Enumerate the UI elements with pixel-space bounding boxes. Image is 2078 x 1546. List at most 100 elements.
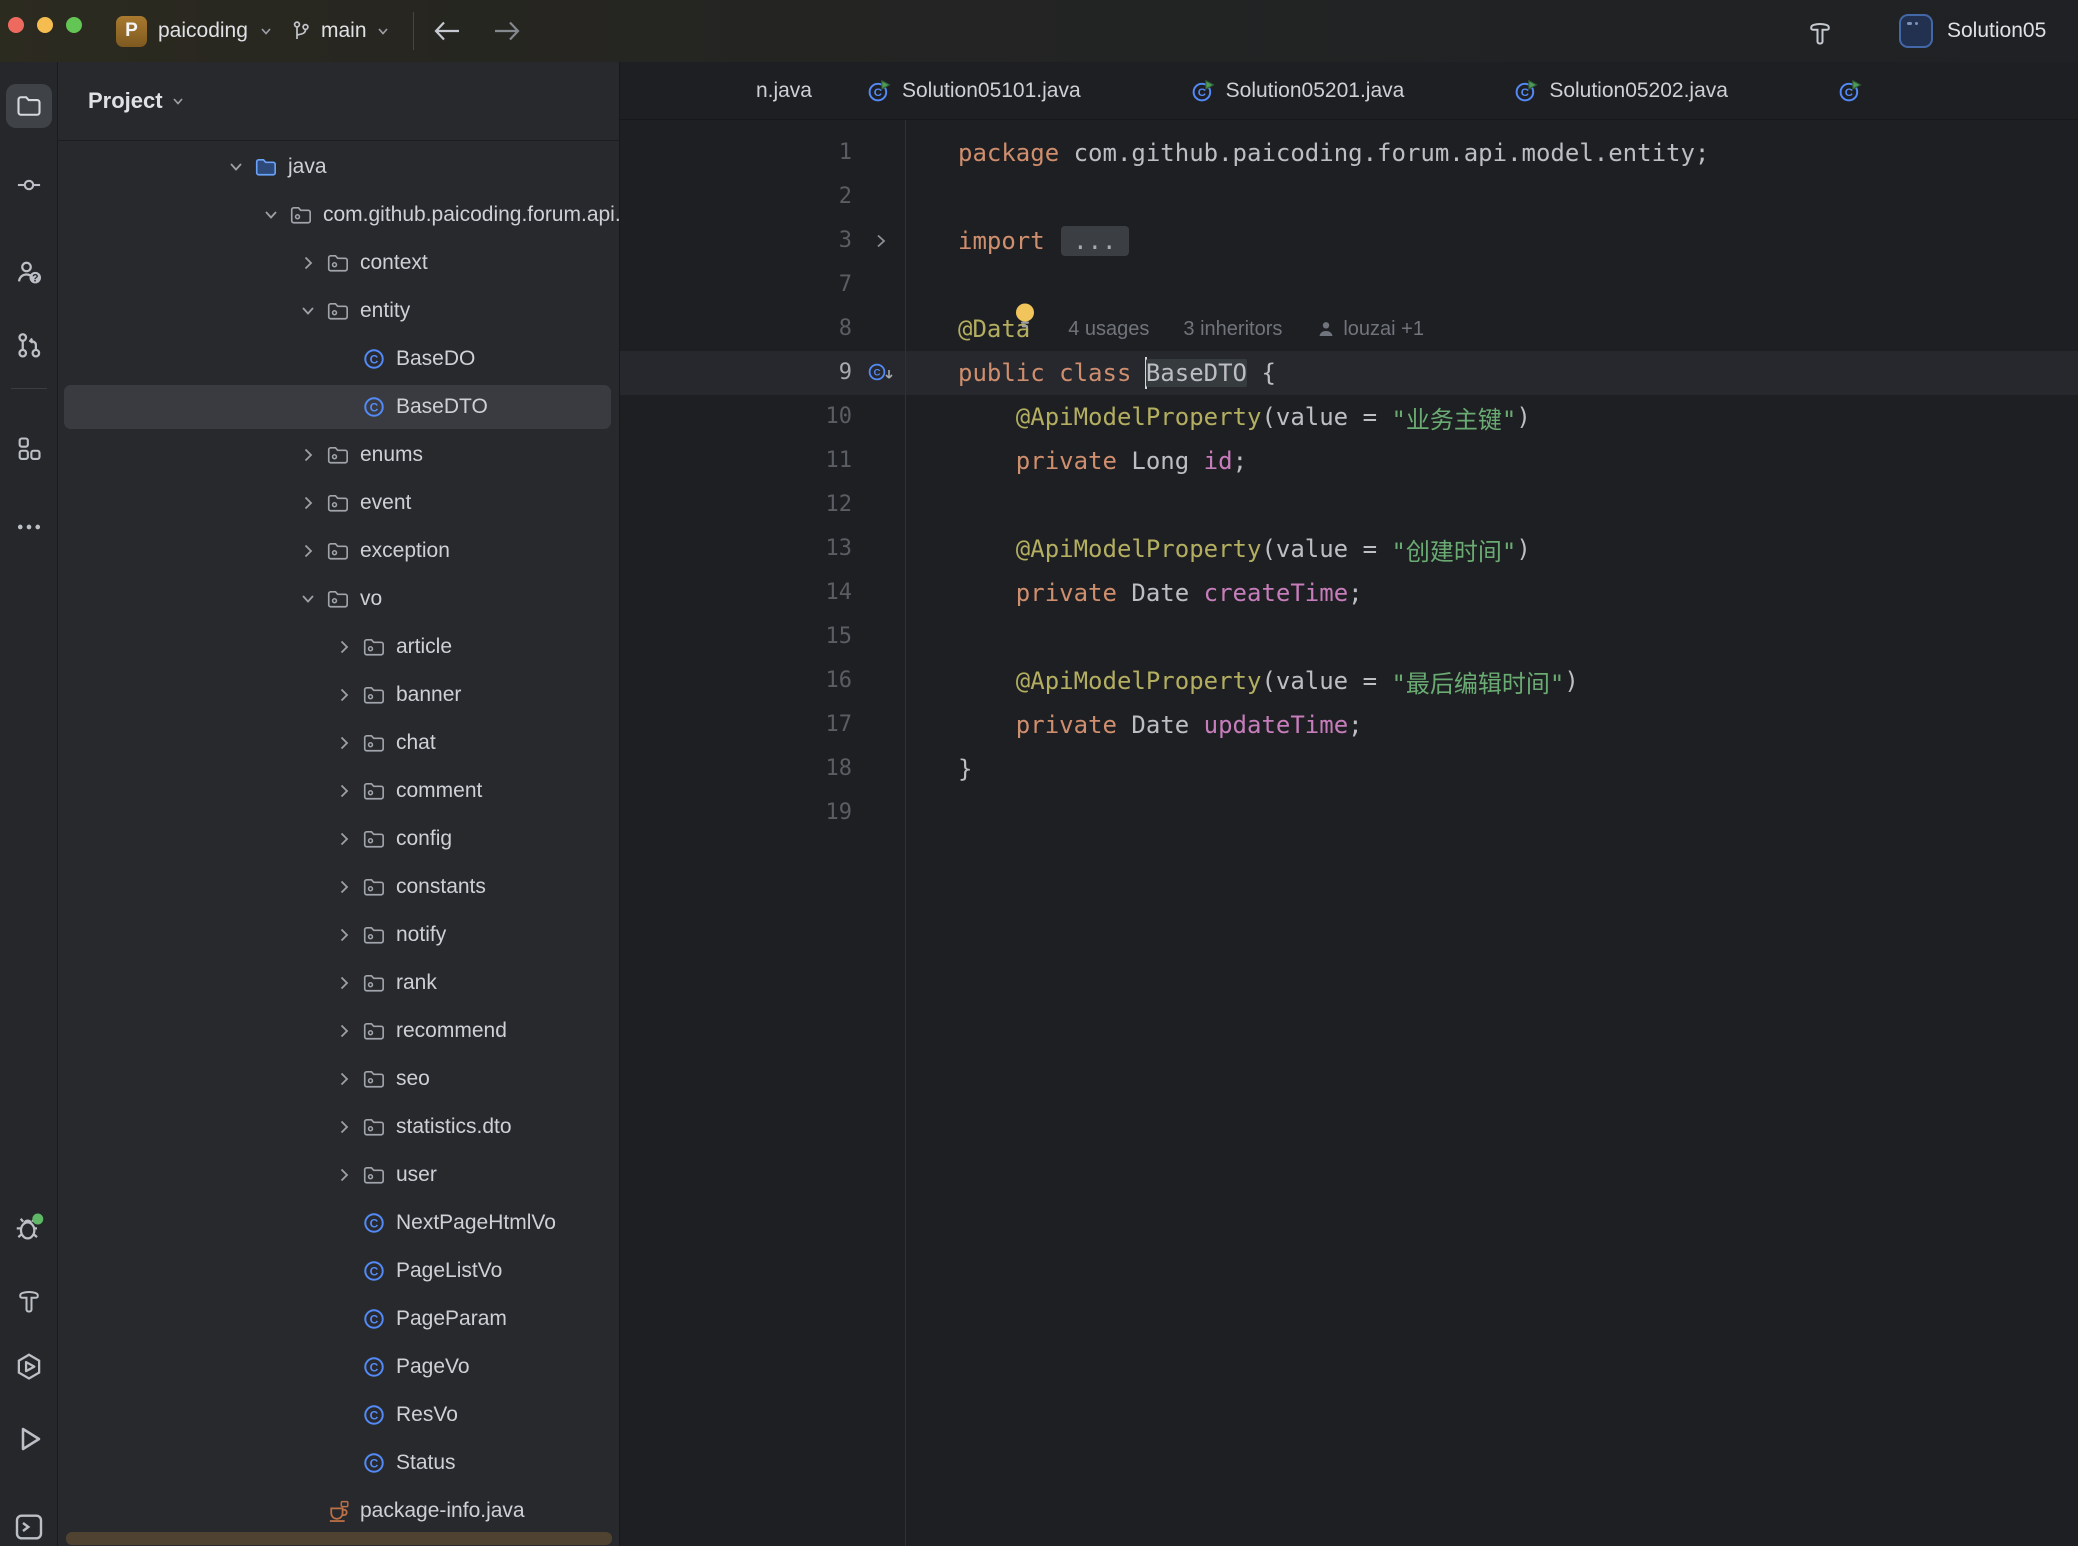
build-tool-button[interactable] bbox=[12, 1282, 46, 1316]
fold-marker[interactable] bbox=[858, 219, 904, 263]
code-line-12[interactable]: 12 bbox=[620, 483, 2078, 527]
window-minimize-button[interactable] bbox=[37, 17, 53, 33]
line-number[interactable]: 3 bbox=[620, 219, 852, 263]
tree-item-vo[interactable]: vo bbox=[58, 575, 619, 623]
gutter-class-marker[interactable]: C bbox=[858, 351, 904, 395]
window-zoom-button[interactable] bbox=[66, 17, 82, 33]
code-line-10[interactable]: 10 @ApiModelProperty(value = "业务主键") bbox=[620, 395, 2078, 439]
editor-tab-solution05202-java[interactable]: CSolution05202.java bbox=[1459, 62, 1783, 119]
line-number[interactable]: 19 bbox=[620, 791, 852, 835]
tree-item-exception[interactable]: exception bbox=[58, 527, 619, 575]
tree-item-enums[interactable]: enums bbox=[58, 431, 619, 479]
tree-expand-toggle[interactable] bbox=[328, 923, 360, 947]
code-author-inlay[interactable]: louzai +1 bbox=[1316, 318, 1424, 341]
tree-item-config[interactable]: config bbox=[58, 815, 619, 863]
tree-item-chat[interactable]: chat bbox=[58, 719, 619, 767]
tree-expand-toggle[interactable] bbox=[328, 635, 360, 659]
code-line-17[interactable]: 17 private Date updateTime; bbox=[620, 703, 2078, 747]
navigate-back-button[interactable] bbox=[427, 13, 467, 49]
tree-item-constants[interactable]: constants bbox=[58, 863, 619, 911]
run-tool-button[interactable] bbox=[12, 1422, 46, 1456]
code-editor[interactable]: 1package com.github.paicoding.forum.api.… bbox=[620, 120, 2078, 1546]
tree-item-nextpagehtmlvo[interactable]: CNextPageHtmlVo bbox=[58, 1199, 619, 1247]
tree-expand-toggle[interactable] bbox=[328, 1115, 360, 1139]
intention-bulb-icon[interactable] bbox=[1012, 301, 1038, 330]
build-button[interactable] bbox=[1798, 12, 1842, 50]
project-tool-button[interactable] bbox=[6, 84, 52, 128]
tree-item-java[interactable]: java bbox=[58, 143, 619, 191]
run-configuration-selector[interactable]: Solution05 bbox=[1898, 10, 2078, 52]
tree-expand-toggle[interactable] bbox=[292, 491, 324, 515]
tree-expand-toggle[interactable] bbox=[292, 299, 324, 323]
line-number[interactable]: 7 bbox=[620, 263, 852, 307]
tree-expand-toggle[interactable] bbox=[292, 251, 324, 275]
tree-item-basedto[interactable]: CBaseDTO bbox=[58, 383, 619, 431]
vcs-branches-tool-button[interactable] bbox=[12, 328, 46, 362]
tree-expand-toggle[interactable] bbox=[220, 155, 252, 179]
line-number[interactable]: 18 bbox=[620, 747, 852, 791]
code-line-2[interactable]: 2 bbox=[620, 175, 2078, 219]
line-number[interactable]: 10 bbox=[620, 395, 852, 439]
tree-item-comment[interactable]: comment bbox=[58, 767, 619, 815]
code-line-1[interactable]: 1package com.github.paicoding.forum.api.… bbox=[620, 131, 2078, 175]
tree-item-banner[interactable]: banner bbox=[58, 671, 619, 719]
code-line-9[interactable]: 9Cpublic class BaseDTO { bbox=[620, 351, 2078, 395]
tree-item-status[interactable]: CStatus bbox=[58, 1439, 619, 1487]
line-number[interactable]: 15 bbox=[620, 615, 852, 659]
tree-expand-toggle[interactable] bbox=[328, 779, 360, 803]
tree-expand-toggle[interactable] bbox=[328, 1067, 360, 1091]
structure-tool-button[interactable] bbox=[12, 432, 46, 466]
project-panel-header[interactable]: Project bbox=[58, 62, 619, 140]
line-number[interactable]: 13 bbox=[620, 527, 852, 571]
tree-expand-toggle[interactable] bbox=[328, 731, 360, 755]
more-tool-windows-button[interactable] bbox=[12, 510, 46, 544]
window-close-button[interactable] bbox=[8, 17, 24, 33]
tree-item-package-info-java[interactable]: package-info.java bbox=[58, 1487, 619, 1535]
tree-expand-toggle[interactable] bbox=[328, 1163, 360, 1187]
editor-tab-partial[interactable]: C bbox=[1783, 62, 1928, 119]
tree-item-seo[interactable]: seo bbox=[58, 1055, 619, 1103]
tree-item-resvo[interactable]: CResVo bbox=[58, 1391, 619, 1439]
tree-item-article[interactable]: article bbox=[58, 623, 619, 671]
folded-imports-region[interactable]: ... bbox=[1061, 226, 1128, 256]
problems-tool-button[interactable] bbox=[12, 1210, 46, 1244]
line-number[interactable]: 17 bbox=[620, 703, 852, 747]
tree-item-recommend[interactable]: recommend bbox=[58, 1007, 619, 1055]
line-number[interactable]: 11 bbox=[620, 439, 852, 483]
branch-widget[interactable]: main bbox=[288, 9, 390, 53]
tree-expand-toggle[interactable] bbox=[328, 1019, 360, 1043]
line-number[interactable]: 16 bbox=[620, 659, 852, 703]
tree-item-pageparam[interactable]: CPageParam bbox=[58, 1295, 619, 1343]
tree-item-pagevo[interactable]: CPageVo bbox=[58, 1343, 619, 1391]
line-number[interactable]: 9 bbox=[620, 351, 852, 395]
project-widget[interactable]: P paicoding bbox=[116, 9, 273, 53]
terminal-tool-button[interactable] bbox=[12, 1510, 46, 1544]
tree-item-basedo[interactable]: CBaseDO bbox=[58, 335, 619, 383]
editor-tab-solution05201-java[interactable]: CSolution05201.java bbox=[1136, 62, 1460, 119]
line-number[interactable]: 1 bbox=[620, 131, 852, 175]
editor-tab-solution05101-java[interactable]: CSolution05101.java bbox=[812, 62, 1136, 119]
line-number[interactable]: 12 bbox=[620, 483, 852, 527]
tree-expand-toggle[interactable] bbox=[328, 683, 360, 707]
services-tool-button[interactable] bbox=[12, 1350, 46, 1384]
code-line-15[interactable]: 15 bbox=[620, 615, 2078, 659]
code-line-19[interactable]: 19 bbox=[620, 791, 2078, 835]
line-number[interactable]: 2 bbox=[620, 175, 852, 219]
code-line-7[interactable]: 7 bbox=[620, 263, 2078, 307]
class-subclasses-gutter-icon[interactable]: C bbox=[866, 360, 896, 386]
line-number[interactable]: 8 bbox=[620, 307, 852, 351]
tree-item-event[interactable]: event bbox=[58, 479, 619, 527]
fold-region-icon[interactable] bbox=[871, 231, 891, 251]
tree-expand-toggle[interactable] bbox=[255, 203, 287, 227]
editor-tab-n-java[interactable]: n.java bbox=[620, 62, 812, 119]
code-line-3[interactable]: 3import ... bbox=[620, 219, 2078, 263]
code-vision-inlay[interactable]: 3 inheritors bbox=[1183, 318, 1282, 341]
tree-item-user[interactable]: user bbox=[58, 1151, 619, 1199]
tree-expand-toggle[interactable] bbox=[292, 443, 324, 467]
code-line-13[interactable]: 13 @ApiModelProperty(value = "创建时间") bbox=[620, 527, 2078, 571]
tree-expand-toggle[interactable] bbox=[292, 539, 324, 563]
code-line-8[interactable]: 8@Data4 usages3 inheritorslouzai +1 bbox=[620, 307, 2078, 351]
navigate-forward-button[interactable] bbox=[487, 13, 527, 49]
tree-expand-toggle[interactable] bbox=[292, 587, 324, 611]
tree-horizontal-scrollbar[interactable] bbox=[66, 1532, 612, 1545]
